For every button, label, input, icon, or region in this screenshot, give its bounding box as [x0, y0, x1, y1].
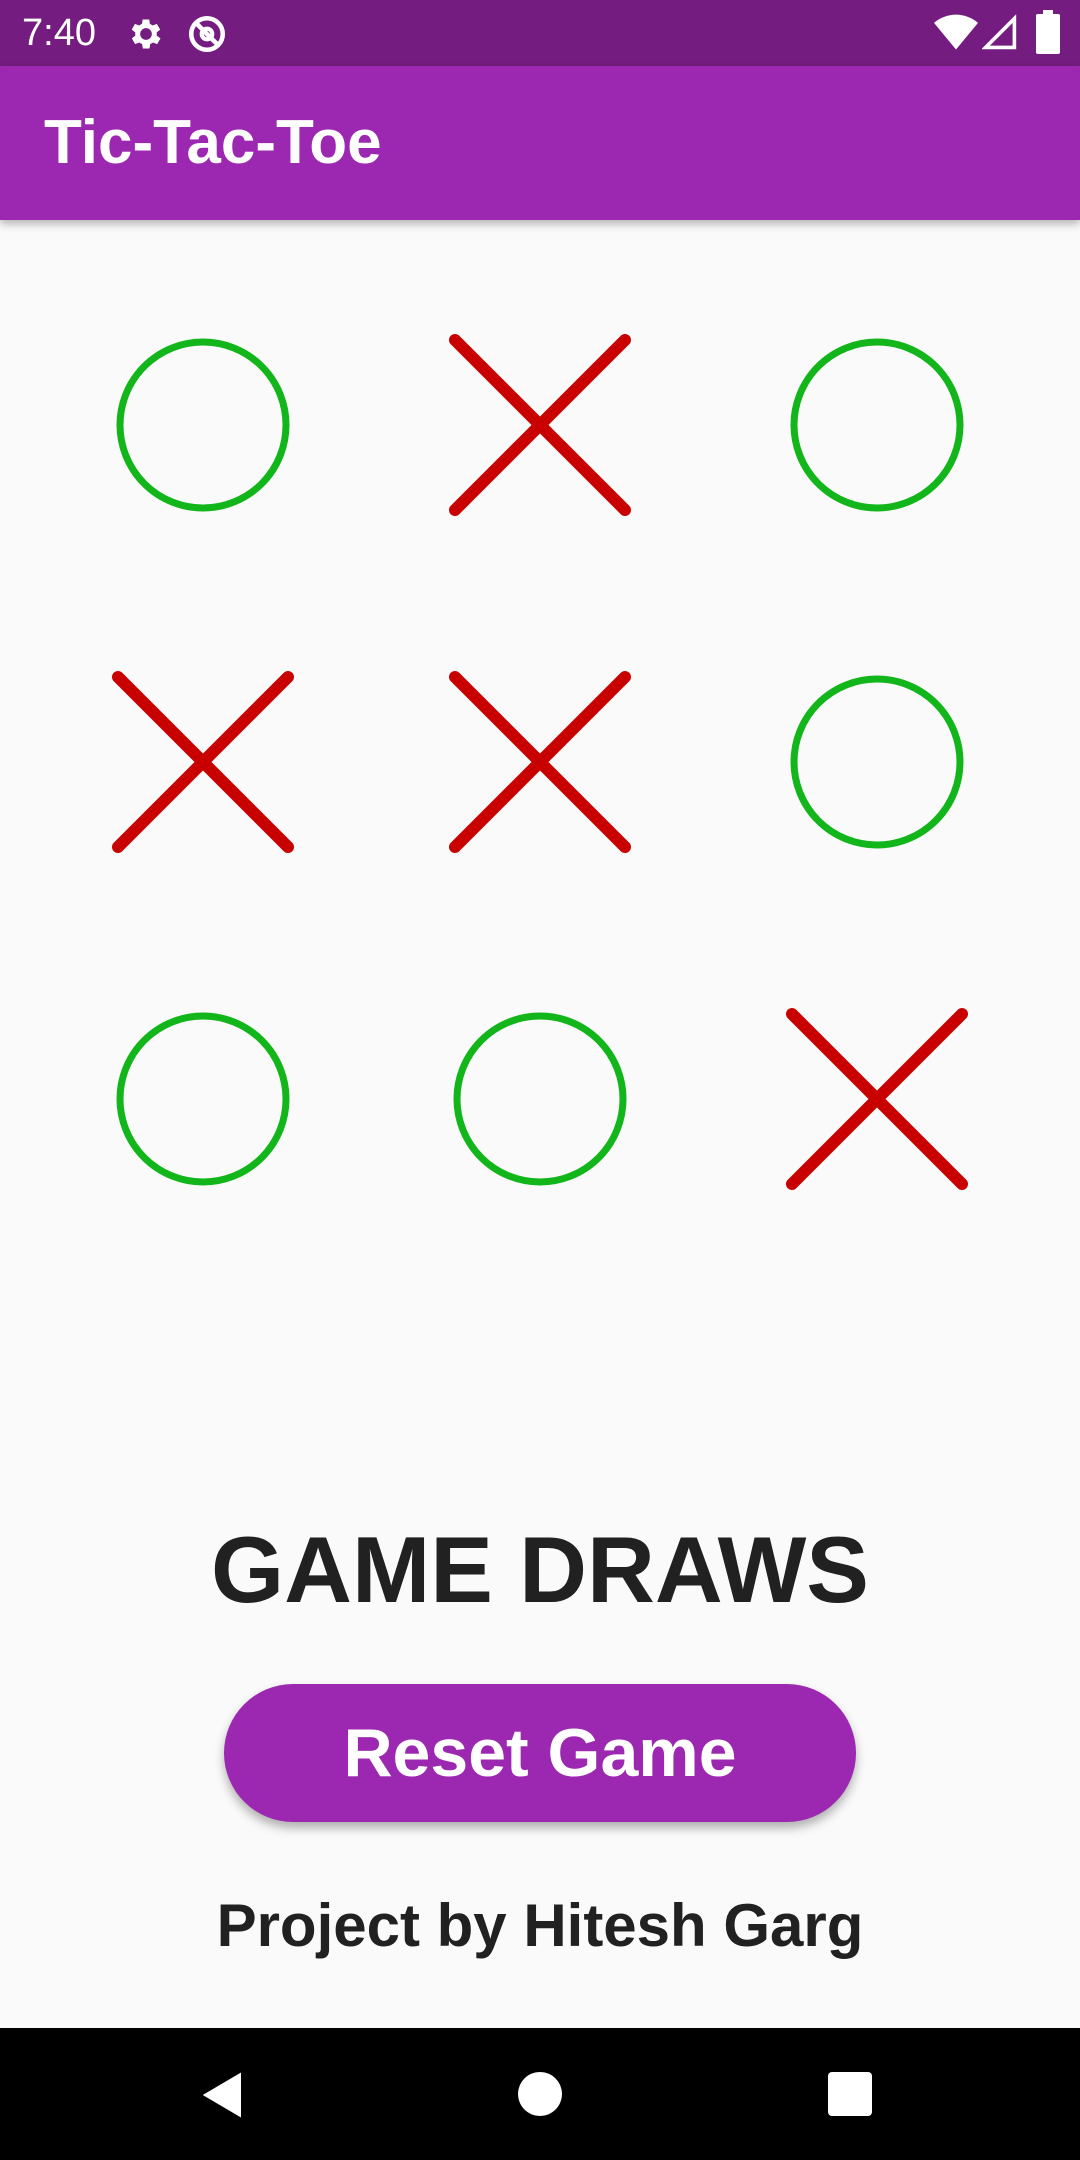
app-bar: Tic-Tac-Toe: [0, 66, 1080, 220]
app-title: Tic-Tac-Toe: [44, 108, 382, 177]
at-sign-icon: [186, 13, 228, 60]
o-mark-icon: [790, 338, 964, 512]
wifi-icon: [934, 14, 978, 57]
recents-icon[interactable]: [826, 2070, 874, 2123]
x-mark-icon: [449, 334, 631, 516]
home-icon[interactable]: [516, 2070, 564, 2123]
o-mark-icon: [116, 1012, 290, 1186]
navigation-bar: [0, 2028, 1080, 2160]
status-bar: 7:40: [0, 0, 1080, 66]
o-mark-icon: [116, 338, 290, 512]
x-mark-icon: [786, 1008, 968, 1190]
x-mark-icon: [449, 671, 631, 853]
board-cell-3-3[interactable]: [742, 964, 1012, 1234]
game-board: [68, 290, 1012, 1300]
status-time: 7:40: [22, 12, 96, 54]
x-mark-icon: [112, 671, 294, 853]
o-mark-icon: [453, 1012, 627, 1186]
board-cell-2-2[interactable]: [405, 627, 675, 897]
project-credit-text: Project by Hitesh Garg: [216, 1892, 864, 1959]
settings-gear-icon: [126, 14, 166, 59]
game-result-text: GAME DRAWS: [211, 1517, 869, 1622]
o-mark-icon: [790, 675, 964, 849]
board-cell-1-1[interactable]: [68, 290, 338, 560]
back-icon[interactable]: [196, 2068, 250, 2127]
battery-icon: [1036, 10, 1060, 59]
board-cell-3-2[interactable]: [405, 964, 675, 1234]
board-cell-1-2[interactable]: [405, 290, 675, 560]
board-cell-2-3[interactable]: [742, 627, 1012, 897]
board-cell-2-1[interactable]: [68, 627, 338, 897]
signal-icon: [981, 14, 1018, 57]
board-cell-3-1[interactable]: [68, 964, 338, 1234]
board-cell-1-3[interactable]: [742, 290, 1012, 560]
reset-game-button[interactable]: Reset Game: [224, 1684, 856, 1822]
